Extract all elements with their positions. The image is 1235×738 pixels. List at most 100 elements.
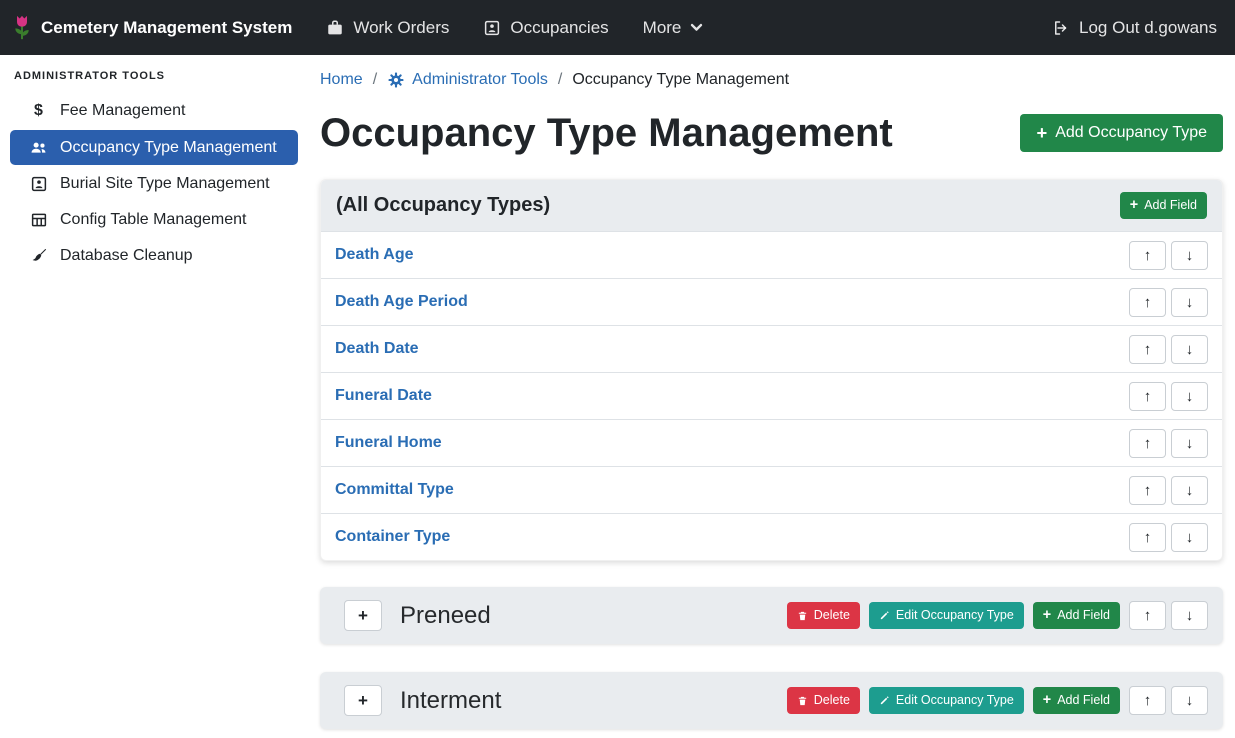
move-down-button[interactable]: ↓ bbox=[1171, 429, 1208, 458]
dollar-icon: $ bbox=[28, 102, 49, 120]
delete-label: Delete bbox=[814, 693, 850, 708]
delete-button[interactable]: Delete bbox=[787, 602, 860, 629]
breadcrumb-separator: / bbox=[373, 71, 377, 89]
arrow-up-icon: ↑ bbox=[1144, 435, 1152, 452]
field-row: Funeral Home ↑ ↓ bbox=[321, 419, 1222, 466]
app-title: Cemetery Management System bbox=[41, 18, 292, 38]
field-link-committal-type[interactable]: Committal Type bbox=[335, 481, 454, 499]
expand-section-button[interactable]: + bbox=[344, 685, 382, 716]
nav-item-label: More bbox=[643, 18, 682, 38]
move-down-button[interactable]: ↓ bbox=[1171, 288, 1208, 317]
move-up-button[interactable]: ↑ bbox=[1129, 382, 1166, 411]
breadcrumb-home-link[interactable]: Home bbox=[320, 71, 363, 89]
arrow-down-icon: ↓ bbox=[1186, 482, 1194, 499]
arrow-up-icon: ↑ bbox=[1144, 482, 1152, 499]
pencil-icon bbox=[879, 610, 890, 621]
arrow-down-icon: ↓ bbox=[1186, 388, 1194, 405]
plus-icon: + bbox=[1036, 124, 1047, 142]
breadcrumb-separator: / bbox=[558, 71, 562, 89]
top-navbar: Cemetery Management System Work Orders O… bbox=[0, 0, 1235, 55]
arrow-down-icon: ↓ bbox=[1186, 294, 1194, 311]
section-preneed: + Preneed Delete bbox=[320, 587, 1223, 644]
burial-site-icon bbox=[28, 175, 49, 193]
nav-item-work-orders[interactable]: Work Orders bbox=[326, 18, 449, 38]
move-up-button[interactable]: ↑ bbox=[1129, 601, 1166, 630]
move-up-button[interactable]: ↑ bbox=[1129, 429, 1166, 458]
field-link-death-age-period[interactable]: Death Age Period bbox=[335, 293, 468, 311]
plus-icon: + bbox=[358, 691, 368, 711]
sidebar-heading: Administrator Tools bbox=[0, 57, 308, 92]
sidebar-item-burial-site-type-management[interactable]: Burial Site Type Management bbox=[10, 167, 298, 201]
add-occupancy-type-button[interactable]: + Add Occupancy Type bbox=[1020, 114, 1223, 151]
arrow-down-icon: ↓ bbox=[1186, 607, 1194, 624]
edit-occupancy-type-label: Edit Occupancy Type bbox=[896, 608, 1014, 623]
add-field-button[interactable]: + Add Field bbox=[1033, 687, 1120, 714]
field-row: Funeral Date ↑ ↓ bbox=[321, 372, 1222, 419]
nav-item-occupancies[interactable]: Occupancies bbox=[483, 18, 608, 38]
move-down-button[interactable]: ↓ bbox=[1171, 601, 1208, 630]
trash-icon bbox=[797, 695, 808, 707]
add-field-button[interactable]: + Add Field bbox=[1033, 602, 1120, 629]
section-title: Preneed bbox=[400, 602, 787, 630]
move-down-button[interactable]: ↓ bbox=[1171, 335, 1208, 364]
all-types-card-title: (All Occupancy Types) bbox=[336, 194, 550, 217]
admin-tools-sidebar: Administrator Tools $ Fee Management Occ… bbox=[0, 55, 308, 738]
field-link-container-type[interactable]: Container Type bbox=[335, 528, 450, 546]
move-up-button[interactable]: ↑ bbox=[1129, 476, 1166, 505]
arrow-down-icon: ↓ bbox=[1186, 692, 1194, 709]
arrow-up-icon: ↑ bbox=[1144, 692, 1152, 709]
field-row: Container Type ↑ ↓ bbox=[321, 513, 1222, 560]
move-down-button[interactable]: ↓ bbox=[1171, 382, 1208, 411]
sidebar-item-occupancy-type-management[interactable]: Occupancy Type Management bbox=[10, 130, 298, 165]
arrow-up-icon: ↑ bbox=[1144, 294, 1152, 311]
logout-label: Log Out d.gowans bbox=[1079, 18, 1217, 38]
field-link-funeral-home[interactable]: Funeral Home bbox=[335, 434, 442, 452]
move-up-button[interactable]: ↑ bbox=[1129, 288, 1166, 317]
move-down-button[interactable]: ↓ bbox=[1171, 476, 1208, 505]
nav-item-label: Work Orders bbox=[353, 18, 449, 38]
reorder-controls: ↑ ↓ bbox=[1129, 686, 1208, 715]
broom-icon bbox=[28, 247, 49, 265]
field-row: Committal Type ↑ ↓ bbox=[321, 466, 1222, 513]
trash-icon bbox=[797, 610, 808, 622]
sidebar-item-config-table-management[interactable]: Config Table Management bbox=[10, 203, 298, 237]
occupancies-icon bbox=[483, 19, 501, 37]
field-link-death-age[interactable]: Death Age bbox=[335, 246, 414, 264]
delete-button[interactable]: Delete bbox=[787, 687, 860, 714]
breadcrumb: Home / Administrator bbox=[320, 71, 1223, 89]
section-title: Interment bbox=[400, 687, 787, 715]
breadcrumb-home-label: Home bbox=[320, 71, 363, 89]
move-up-button[interactable]: ↑ bbox=[1129, 523, 1166, 552]
reorder-controls: ↑ ↓ bbox=[1129, 523, 1208, 552]
add-field-label: Add Field bbox=[1144, 198, 1197, 213]
field-link-funeral-date[interactable]: Funeral Date bbox=[335, 387, 432, 405]
brand-link[interactable]: Cemetery Management System bbox=[12, 14, 292, 41]
reorder-controls: ↑ ↓ bbox=[1129, 241, 1208, 270]
sidebar-item-fee-management[interactable]: $ Fee Management bbox=[10, 94, 298, 128]
edit-occupancy-type-button[interactable]: Edit Occupancy Type bbox=[869, 687, 1024, 714]
move-down-button[interactable]: ↓ bbox=[1171, 523, 1208, 552]
logout-link[interactable]: Log Out d.gowans bbox=[1052, 18, 1217, 38]
sidebar-item-database-cleanup[interactable]: Database Cleanup bbox=[10, 239, 298, 273]
sidebar-item-label: Database Cleanup bbox=[60, 247, 193, 265]
field-link-death-date[interactable]: Death Date bbox=[335, 340, 419, 358]
add-occupancy-type-label: Add Occupancy Type bbox=[1055, 123, 1207, 142]
arrow-down-icon: ↓ bbox=[1186, 529, 1194, 546]
move-up-button[interactable]: ↑ bbox=[1129, 241, 1166, 270]
move-up-button[interactable]: ↑ bbox=[1129, 335, 1166, 364]
breadcrumb-admin-tools-link[interactable]: Administrator Tools bbox=[387, 71, 548, 89]
move-down-button[interactable]: ↓ bbox=[1171, 241, 1208, 270]
edit-occupancy-type-button[interactable]: Edit Occupancy Type bbox=[869, 602, 1024, 629]
nav-item-more[interactable]: More bbox=[643, 18, 704, 38]
sidebar-item-label: Fee Management bbox=[60, 102, 185, 120]
reorder-controls: ↑ ↓ bbox=[1129, 429, 1208, 458]
table-icon bbox=[28, 211, 49, 229]
users-icon bbox=[28, 138, 49, 157]
arrow-down-icon: ↓ bbox=[1186, 341, 1194, 358]
expand-section-button[interactable]: + bbox=[344, 600, 382, 631]
field-row: Death Age Period ↑ ↓ bbox=[321, 278, 1222, 325]
move-down-button[interactable]: ↓ bbox=[1171, 686, 1208, 715]
plus-icon: + bbox=[358, 606, 368, 626]
move-up-button[interactable]: ↑ bbox=[1129, 686, 1166, 715]
add-field-button[interactable]: + Add Field bbox=[1120, 192, 1207, 219]
